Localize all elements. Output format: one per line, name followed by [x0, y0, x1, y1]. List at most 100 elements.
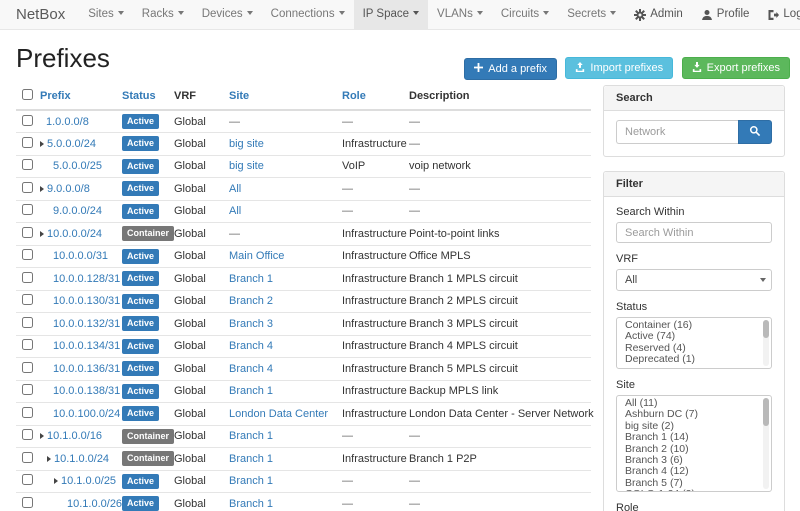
column-header-prefix[interactable]: Prefix: [38, 85, 120, 110]
site-link[interactable]: All: [229, 183, 241, 195]
export-prefixes-button[interactable]: Export prefixes: [682, 57, 790, 79]
row-checkbox[interactable]: [22, 429, 33, 440]
expand-caret-icon[interactable]: [40, 433, 44, 439]
prefix-link[interactable]: 1.0.0.0/8: [46, 116, 89, 128]
site-link[interactable]: Branch 1: [229, 498, 273, 510]
nav-item-devices[interactable]: Devices: [193, 0, 262, 29]
description-value: Branch 5 MPLS circuit: [409, 363, 518, 375]
prefix-link[interactable]: 10.0.0.132/31: [53, 318, 120, 330]
site-link[interactable]: London Data Center: [229, 408, 328, 420]
nav-item-label: Secrets: [567, 8, 606, 20]
row-checkbox[interactable]: [22, 407, 33, 418]
prefix-cell: 1.0.0.0/8: [38, 110, 120, 133]
netbox-brand[interactable]: NetBox: [0, 0, 79, 29]
site-link[interactable]: All: [229, 205, 241, 217]
site-link[interactable]: big site: [229, 138, 264, 150]
row-checkbox[interactable]: [22, 204, 33, 215]
row-checkbox[interactable]: [22, 317, 33, 328]
prefix-link[interactable]: 5.0.0.0/24: [47, 138, 96, 150]
prefix-link[interactable]: 10.1.0.0/16: [47, 430, 102, 442]
row-checkbox[interactable]: [22, 182, 33, 193]
row-checkbox[interactable]: [22, 362, 33, 373]
row-checkbox[interactable]: [22, 159, 33, 170]
navbar-admin-link[interactable]: Admin: [625, 0, 692, 29]
site-link[interactable]: Branch 3: [229, 318, 273, 330]
prefix-link[interactable]: 10.1.0.0/26: [67, 498, 122, 510]
site-link[interactable]: Branch 4: [229, 363, 273, 375]
prefix-link[interactable]: 10.0.0.130/31: [53, 295, 120, 307]
nav-item-racks[interactable]: Racks: [133, 0, 193, 29]
prefix-link[interactable]: 10.1.0.0/25: [61, 475, 116, 487]
site-link[interactable]: Branch 4: [229, 340, 273, 352]
site-link[interactable]: Branch 1: [229, 430, 273, 442]
row-checkbox[interactable]: [22, 384, 33, 395]
site-listbox[interactable]: All (11)Ashburn DC (7)big site (2)Branch…: [616, 395, 772, 492]
nav-item-connections[interactable]: Connections: [262, 0, 354, 29]
prefix-link[interactable]: 10.0.0.128/31: [53, 273, 120, 285]
import-prefixes-button[interactable]: Import prefixes: [565, 57, 673, 79]
scrollbar-thumb[interactable]: [763, 398, 769, 426]
row-checkbox[interactable]: [22, 272, 33, 283]
status-cell: Active: [120, 290, 172, 313]
site-link[interactable]: Branch 1: [229, 273, 273, 285]
description-cell: —: [407, 493, 591, 511]
row-checkbox[interactable]: [22, 294, 33, 305]
row-checkbox[interactable]: [22, 249, 33, 260]
site-link[interactable]: Main Office: [229, 250, 284, 262]
nav-item-vlans[interactable]: VLANs: [428, 0, 492, 29]
row-checkbox[interactable]: [22, 452, 33, 463]
prefix-link[interactable]: 10.0.0.136/31: [53, 363, 120, 375]
row-checkbox[interactable]: [22, 339, 33, 350]
status-filter-option[interactable]: Deprecated (1): [617, 354, 771, 365]
prefix-link[interactable]: 10.0.100.0/24: [53, 408, 120, 420]
column-header-status[interactable]: Status: [120, 85, 172, 110]
row-checkbox[interactable]: [22, 137, 33, 148]
row-checkbox[interactable]: [22, 497, 33, 508]
row-checkbox[interactable]: [22, 227, 33, 238]
checkbox-cell: [16, 155, 38, 178]
expand-caret-icon[interactable]: [40, 186, 44, 192]
expand-caret-icon[interactable]: [40, 231, 44, 237]
status-listbox[interactable]: Container (16)Active (74)Reserved (4)Dep…: [616, 317, 772, 369]
prefix-cell: 10.0.0.132/31: [38, 313, 120, 336]
nav-item-ip-space[interactable]: IP Space: [354, 0, 428, 29]
site-link[interactable]: Branch 1: [229, 475, 273, 487]
nav-item-secrets[interactable]: Secrets: [558, 0, 625, 29]
prefix-link[interactable]: 5.0.0.0/25: [53, 160, 102, 172]
site-filter-option[interactable]: COLO-1-24 (3): [617, 489, 771, 492]
add-prefix-button[interactable]: Add a prefix: [464, 58, 557, 80]
prefix-link[interactable]: 10.0.0.0/24: [47, 228, 102, 240]
prefix-link[interactable]: 9.0.0.0/8: [47, 183, 90, 195]
prefix-link[interactable]: 9.0.0.0/24: [53, 205, 102, 217]
nav-item-circuits[interactable]: Circuits: [492, 0, 558, 29]
nav-item-sites[interactable]: Sites: [79, 0, 133, 29]
site-link[interactable]: Branch 1: [229, 453, 273, 465]
site-cell: —: [227, 223, 340, 246]
vrf-cell: Global: [172, 470, 227, 493]
column-header-role[interactable]: Role: [340, 85, 407, 110]
column-header-site[interactable]: Site: [227, 85, 340, 110]
vrf-select[interactable]: All: [616, 269, 772, 291]
prefix-link[interactable]: 10.0.0.134/31: [53, 340, 120, 352]
site-link[interactable]: big site: [229, 160, 264, 172]
site-link[interactable]: Branch 1: [229, 385, 273, 397]
row-checkbox[interactable]: [22, 115, 33, 126]
prefix-link[interactable]: 10.0.0.0/31: [53, 250, 108, 262]
expand-caret-icon[interactable]: [40, 141, 44, 147]
prefix-link[interactable]: 10.1.0.0/24: [54, 453, 109, 465]
prefix-link[interactable]: 10.0.0.138/31: [53, 385, 120, 397]
row-checkbox[interactable]: [22, 474, 33, 485]
expand-caret-icon[interactable]: [54, 478, 58, 484]
status-cell: Active: [120, 470, 172, 493]
scrollbar-thumb[interactable]: [763, 320, 769, 338]
search-input[interactable]: [616, 120, 738, 144]
search-button[interactable]: [738, 120, 772, 144]
site-link[interactable]: Branch 2: [229, 295, 273, 307]
search-within-input[interactable]: [616, 222, 772, 243]
navbar-profile-link[interactable]: Profile: [692, 0, 759, 29]
site-filter-option[interactable]: Branch 1 (14): [617, 432, 771, 443]
navbar-log-out-link[interactable]: Log out: [758, 0, 800, 29]
status-badge: Container: [122, 451, 174, 466]
expand-caret-icon[interactable]: [47, 456, 51, 462]
select-all-checkbox[interactable]: [22, 89, 33, 100]
